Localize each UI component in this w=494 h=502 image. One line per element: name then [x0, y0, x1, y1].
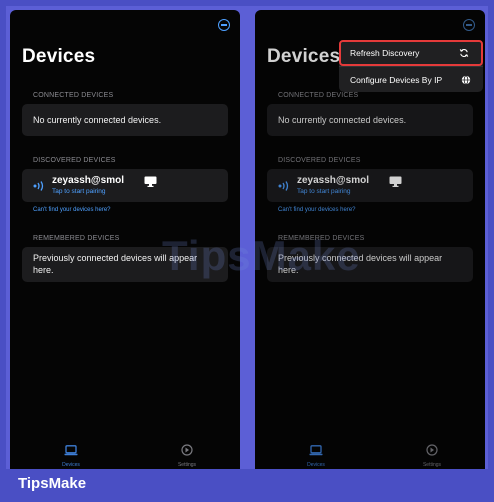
refresh-icon [459, 49, 469, 57]
refresh-discovery-item[interactable]: Refresh Discovery [339, 40, 483, 66]
cant-find-devices-link[interactable]: Can't find your devices here? [33, 207, 111, 213]
phone-screen-right: Devices CONNECTED DEVICES No currently c… [255, 10, 485, 469]
phone-screen-left: Devices CONNECTED DEVICES No currently c… [10, 10, 240, 469]
settings-icon [181, 444, 193, 456]
screenshot-stage: Devices CONNECTED DEVICES No currently c… [6, 6, 488, 469]
tab-devices[interactable]: Devices [41, 443, 101, 468]
discovered-devices-header: DISCOVERED DEVICES [33, 157, 116, 164]
configure-devices-by-ip-item[interactable]: Configure Devices By IP [339, 66, 483, 92]
connected-devices-card: No currently connected devices. [22, 104, 228, 136]
configure-devices-by-ip-label: Configure Devices By IP [350, 75, 443, 85]
discovered-device-row[interactable]: zeyassh@smol Tap to start pairing [22, 169, 228, 202]
remembered-devices-header: REMEMBERED DEVICES [33, 235, 120, 242]
brand-logo-text: TipsMake [18, 475, 87, 492]
tab-devices-label: Devices [62, 462, 80, 468]
remembered-devices-empty-text: Previously connected devices will appear… [33, 253, 198, 275]
tab-bar: Devices Settings [10, 443, 240, 469]
connected-devices-header: CONNECTED DEVICES [33, 92, 114, 99]
connected-devices-empty-text: No currently connected devices. [33, 115, 162, 125]
laptop-icon [64, 445, 78, 456]
signal-waves-icon [33, 181, 44, 191]
device-name: zeyassh@smol [52, 175, 125, 186]
page-title: Devices [22, 46, 96, 67]
options-dropdown-menu: Refresh Discovery Configure Devices By I… [339, 40, 483, 92]
more-options-icon[interactable] [218, 19, 230, 31]
tab-settings-label: Settings [177, 462, 197, 468]
globe-icon [461, 74, 471, 85]
device-subtitle: Tap to start pairing [52, 188, 106, 195]
monitor-icon [144, 176, 157, 187]
tab-settings[interactable]: Settings [157, 443, 217, 468]
remembered-devices-card: Previously connected devices will appear… [22, 247, 228, 282]
refresh-discovery-label: Refresh Discovery [350, 48, 420, 58]
